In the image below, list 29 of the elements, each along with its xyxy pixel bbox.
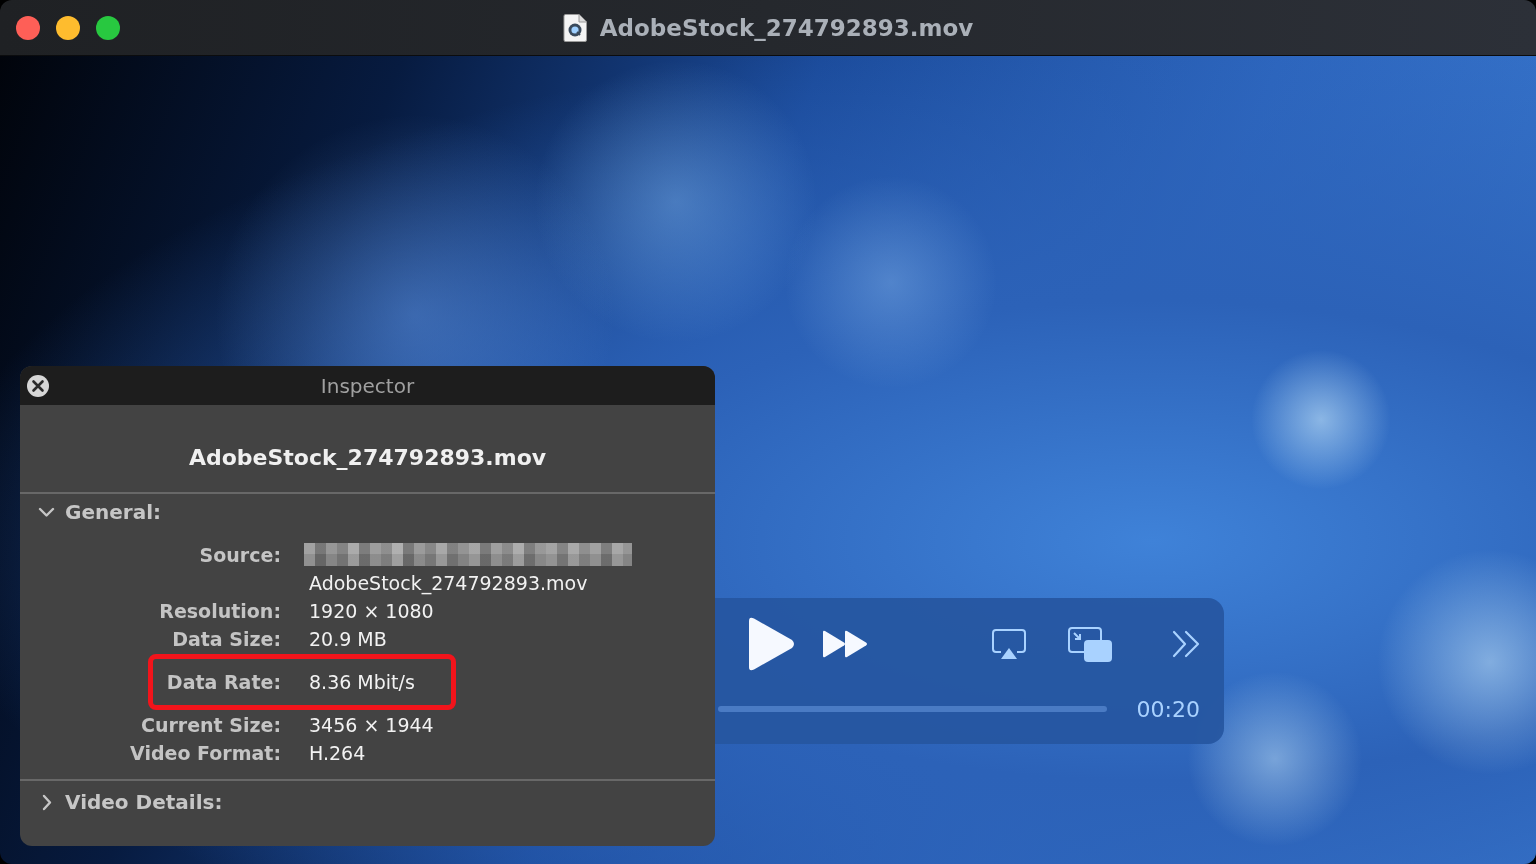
field-label: Data Size:: [172, 627, 281, 652]
field-value: 3456 × 1944: [309, 713, 434, 738]
field-value: 20.9 MB: [309, 627, 387, 652]
field-value: 1920 × 1080: [309, 599, 434, 624]
field-value: AdobeStock_274792893.mov: [309, 571, 588, 597]
double-chevron-icon[interactable]: [1172, 630, 1200, 658]
field-value: 8.36 Mbit/s: [309, 670, 415, 695]
document-icon: [562, 13, 587, 42]
field-label: Video Format:: [130, 741, 281, 766]
section-toggle[interactable]: General:: [20, 494, 167, 524]
field-label: Source:: [199, 543, 281, 568]
window-minimize-button[interactable]: [56, 15, 80, 40]
window-title: AdobeStock_274792893.mov: [599, 14, 974, 41]
field-label: Data Rate:: [166, 670, 281, 695]
section-toggle[interactable]: Video Details:: [20, 781, 229, 814]
file-name: AdobeStock_274792893.mov: [188, 445, 547, 470]
airplay-icon[interactable]: [992, 628, 1026, 660]
field-label: Resolution:: [159, 599, 281, 624]
window-zoom-button[interactable]: [96, 15, 120, 40]
fast-forward-icon[interactable]: [822, 630, 868, 658]
inspector-title: Inspector: [320, 373, 415, 398]
play-icon[interactable]: [746, 616, 796, 672]
playback-time: 00:20: [1136, 696, 1200, 722]
field-label: Current Size:: [140, 713, 281, 738]
field-value: H.264: [309, 741, 366, 766]
window-close-button[interactable]: [16, 15, 40, 40]
close-icon[interactable]: [27, 374, 49, 397]
picture-in-picture-icon[interactable]: [1068, 626, 1112, 662]
progress-track[interactable]: [718, 706, 1107, 712]
